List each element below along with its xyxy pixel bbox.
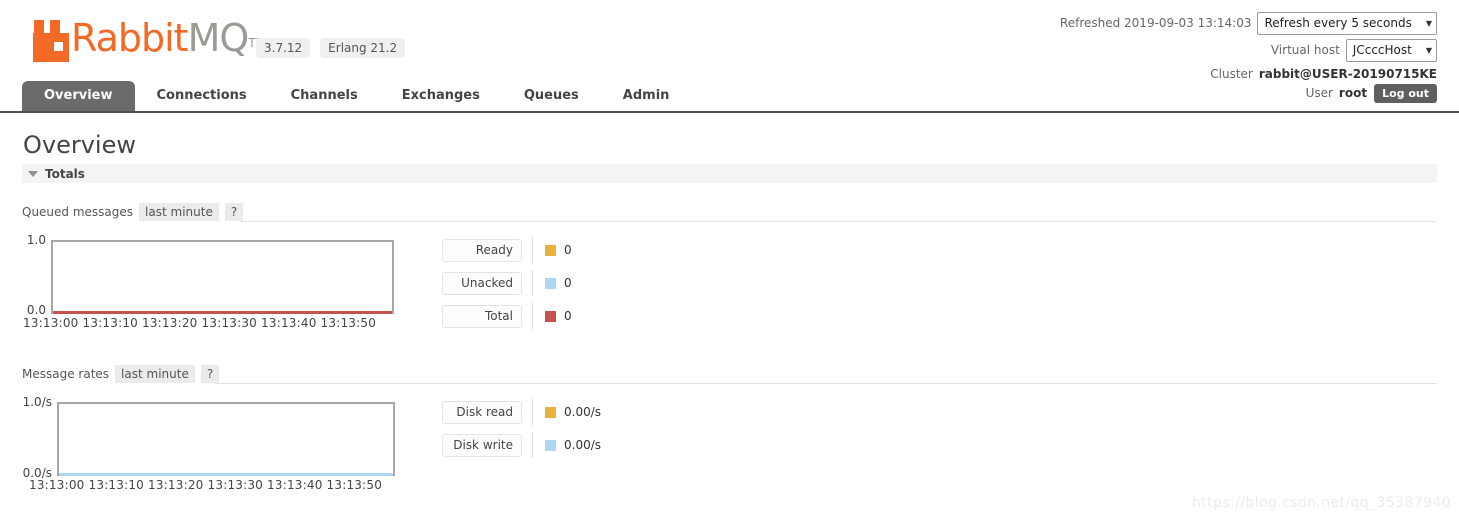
legend-button-total[interactable]: Total <box>442 304 522 328</box>
legend-value-ready: 0 <box>564 243 572 257</box>
refreshed-timestamp: Refreshed 2019-09-03 13:14:03 <box>1059 16 1252 30</box>
legend-divider <box>532 432 533 458</box>
legend-row: Total 0 <box>442 303 572 329</box>
legend-button-disk-read[interactable]: Disk read <box>442 400 522 424</box>
tab-channels[interactable]: Channels <box>269 81 380 111</box>
vhost-value: JCcccHost <box>1352 42 1412 57</box>
logo-wordmark: RabbitMQTM <box>71 18 266 63</box>
page-header: RabbitMQTM 3.7.12 Erlang 21.2 Refreshed … <box>0 0 1459 103</box>
queued-messages-total-series <box>53 311 392 314</box>
page-title: Overview <box>23 131 136 159</box>
swatch-unacked-icon <box>545 277 556 289</box>
legend-value-total: 0 <box>564 309 572 323</box>
legend-divider <box>532 237 533 263</box>
queued-messages-xticks: 13:13:00 13:13:10 13:13:20 13:13:30 13:1… <box>23 316 377 330</box>
logo-body-icon <box>33 32 69 62</box>
message-rates-caption: Message rates last minute ? <box>22 365 220 383</box>
swatch-total-icon <box>545 310 556 322</box>
cluster-row: Cluster rabbit@USER-20190715KE <box>1060 66 1437 82</box>
queued-messages-help-icon[interactable]: ? <box>224 203 244 221</box>
totals-section-label: Totals <box>45 166 85 181</box>
legend-button-disk-write[interactable]: Disk write <box>442 433 522 457</box>
refresh-interval-value: Refresh every 5 seconds <box>1264 15 1412 30</box>
swatch-ready-icon <box>545 244 556 256</box>
chevron-down-icon: ▼ <box>1425 18 1432 28</box>
queued-messages-caption: Queued messages last minute ? <box>22 203 244 221</box>
collapse-triangle-icon[interactable] <box>28 170 38 177</box>
refresh-row: Refreshed 2019-09-03 13:14:03 Refresh ev… <box>1059 11 1437 35</box>
logo-word-rabbit: Rabbit <box>71 16 189 60</box>
cluster-label: Cluster <box>1210 67 1253 81</box>
message-rates-legend: Disk read 0.00/s Disk write 0.00/s <box>442 399 602 467</box>
tab-connections[interactable]: Connections <box>135 81 269 111</box>
legend-button-unacked[interactable]: Unacked <box>442 271 522 295</box>
message-rates-rule <box>215 383 1437 384</box>
message-rates-disk-write-series <box>59 473 393 476</box>
message-rates-xticks: 13:13:00 13:13:10 13:13:20 13:13:30 13:1… <box>29 478 383 492</box>
version-badges: 3.7.12 Erlang 21.2 <box>256 38 406 58</box>
main-navigation: Overview Connections Channels Exchanges … <box>0 81 1459 113</box>
erlang-version-badge: Erlang 21.2 <box>320 38 406 58</box>
logo-eye-icon <box>54 41 63 51</box>
queued-messages-ytick-top: 1.0 <box>26 233 46 247</box>
tab-exchanges[interactable]: Exchanges <box>380 81 502 111</box>
rabbitmq-logo[interactable]: RabbitMQTM <box>33 18 266 63</box>
rabbitmq-logo-icon <box>33 19 69 62</box>
legend-value-disk-write: 0.00/s <box>564 438 602 452</box>
legend-row: Disk write 0.00/s <box>442 432 602 458</box>
queued-messages-plot-area <box>51 240 394 314</box>
legend-row: Ready 0 <box>442 237 572 263</box>
queued-messages-rule <box>240 221 1437 222</box>
legend-value-unacked: 0 <box>564 276 572 290</box>
watermark: https://blog.csdn.net/qq_35387940 <box>1192 495 1451 511</box>
legend-divider <box>532 399 533 425</box>
rabbitmq-version-badge: 3.7.12 <box>256 38 311 58</box>
legend-divider <box>532 270 533 296</box>
logo-word-mq: MQ <box>187 16 250 60</box>
vhost-select[interactable]: JCcccHost ▼ <box>1345 38 1437 62</box>
chevron-down-icon: ▼ <box>1425 45 1432 55</box>
refresh-interval-select[interactable]: Refresh every 5 seconds ▼ <box>1257 11 1437 35</box>
totals-section-header[interactable]: Totals <box>22 164 1437 183</box>
swatch-disk-write-icon <box>545 439 556 451</box>
message-rates-label: Message rates <box>22 367 110 381</box>
swatch-disk-read-icon <box>545 406 556 418</box>
legend-divider <box>532 303 533 329</box>
legend-row: Unacked 0 <box>442 270 572 296</box>
tab-queues[interactable]: Queues <box>502 81 601 111</box>
message-rates-ytick-top: 1.0/s <box>22 395 52 409</box>
tab-admin[interactable]: Admin <box>601 81 692 111</box>
message-rates-period-tab[interactable]: last minute <box>115 365 195 383</box>
message-rates-plot-area <box>57 402 395 476</box>
legend-value-disk-read: 0.00/s <box>564 405 602 419</box>
legend-row: Disk read 0.00/s <box>442 399 602 425</box>
vhost-label: Virtual host <box>1270 43 1340 57</box>
queued-messages-ytick-bottom: 0.0 <box>26 303 46 317</box>
queued-messages-label: Queued messages <box>22 205 134 219</box>
legend-button-ready[interactable]: Ready <box>442 238 522 262</box>
vhost-row: Virtual host JCcccHost ▼ <box>1060 38 1437 62</box>
queued-messages-legend: Ready 0 Unacked 0 Total 0 <box>442 237 572 338</box>
nav-items: Overview Connections Channels Exchanges … <box>22 81 691 111</box>
message-rates-help-icon[interactable]: ? <box>200 365 220 383</box>
queued-messages-period-tab[interactable]: last minute <box>139 203 219 221</box>
tab-overview[interactable]: Overview <box>22 81 135 111</box>
cluster-value: rabbit@USER-20190715KE <box>1258 67 1437 81</box>
